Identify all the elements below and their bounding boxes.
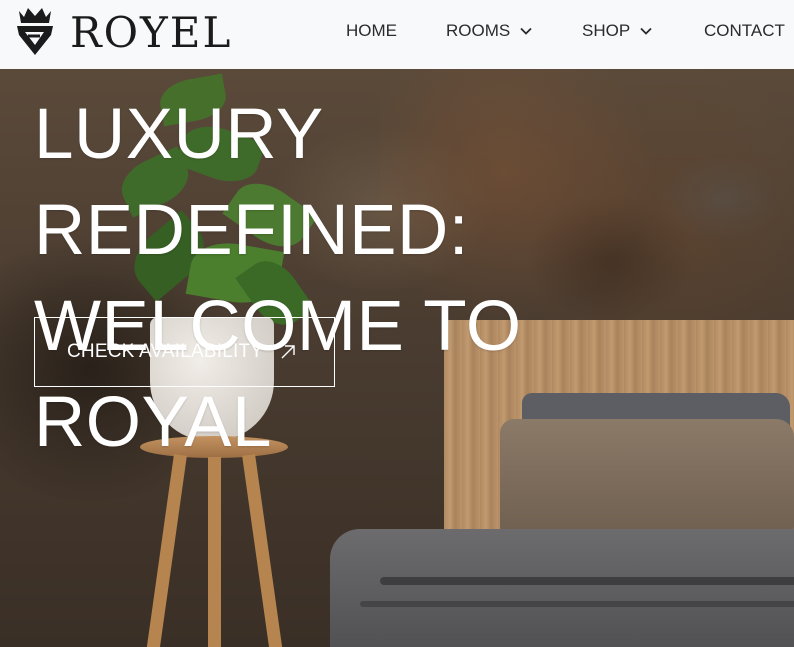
site-header: ROYEL HOME ROOMS SHOP CONTACT bbox=[0, 0, 794, 69]
nav-rooms[interactable]: ROOMS bbox=[446, 21, 532, 41]
hero-section: LUXURY REDEFINED: WELCOME TO ROYAL CHECK… bbox=[0, 69, 794, 647]
nav-shop[interactable]: SHOP bbox=[582, 21, 652, 41]
hero-title: LUXURY REDEFINED: WELCOME TO ROYAL bbox=[34, 87, 774, 471]
nav-contact[interactable]: CONTACT bbox=[704, 21, 785, 41]
arrow-up-right-icon bbox=[281, 345, 295, 359]
nav-home-label: HOME bbox=[346, 21, 397, 40]
crown-shield-icon bbox=[17, 8, 53, 55]
brand-name: ROYEL bbox=[70, 7, 233, 57]
chevron-down-icon bbox=[640, 27, 652, 35]
nav-rooms-label: ROOMS bbox=[446, 21, 511, 40]
nav-shop-label: SHOP bbox=[582, 21, 631, 40]
brand-logo[interactable]: ROYEL bbox=[14, 5, 232, 57]
nav-contact-label: CONTACT bbox=[704, 21, 785, 40]
nav-home[interactable]: HOME bbox=[346, 21, 397, 41]
chevron-down-icon bbox=[520, 27, 532, 35]
check-availability-button[interactable]: CHECK AVAILABILITY bbox=[34, 317, 335, 387]
bed bbox=[330, 529, 794, 647]
check-availability-label: CHECK AVAILABILITY bbox=[67, 341, 264, 362]
hero-title-line-1: LUXURY REDEFINED: bbox=[34, 95, 469, 270]
